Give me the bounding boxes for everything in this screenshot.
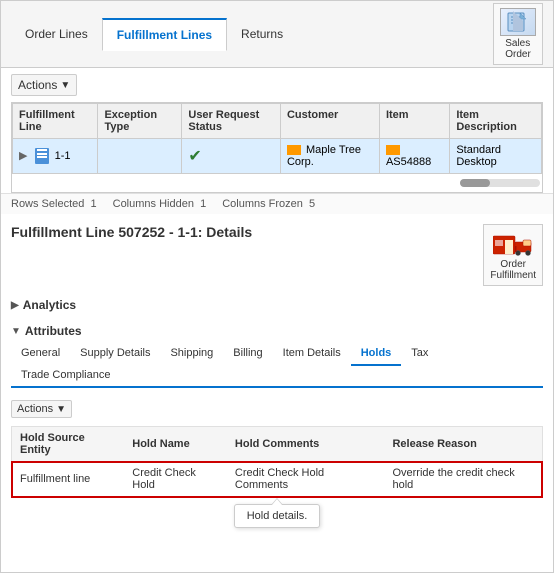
col-header-item: Item [379,104,449,139]
columns-hidden-count: 1 [200,198,206,210]
col-header-customer: Customer [280,104,379,139]
col-hold-comments: Hold Comments [227,427,385,462]
tooltip-box: Hold details. [234,504,321,528]
tab-shipping[interactable]: Shipping [160,342,223,364]
cell-customer: Maple Tree Corp. [280,139,379,174]
tab-item-details[interactable]: Item Details [273,342,351,364]
tooltip-container: Hold details. [1,504,553,528]
inner-dropdown-arrow: ▼ [56,404,66,415]
tab-general[interactable]: General [11,342,70,364]
holds-header-row: Hold Source Entity Hold Name Hold Commen… [12,427,542,462]
analytics-section: ▶ Analytics [11,294,543,316]
customer-flag-icon [287,145,301,155]
col-hold-source-entity: Hold Source Entity [12,427,124,462]
cell-release-reason: Override the credit check hold [384,462,542,497]
columns-hidden-label: Columns Hidden 1 [113,198,207,210]
details-section: Fulfillment Line 507252 - 1-1: Details O… [1,214,553,498]
cell-item-description: Standard Desktop [450,139,542,174]
attributes-collapse-arrow: ▼ [11,326,21,337]
tab-returns[interactable]: Returns [227,19,297,49]
cell-item: AS54888 [379,139,449,174]
tab-supply-details[interactable]: Supply Details [70,342,160,364]
col-header-user-request-status: User Request Status [182,104,281,139]
rows-selected-text: Rows Selected [11,198,84,210]
columns-frozen-count: 5 [309,198,315,210]
sub-tab-bar: General Supply Details Shipping Billing … [11,342,543,388]
cell-hold-source-entity: Fulfillment line [12,462,124,497]
item-flag-icon [386,145,400,155]
holds-table-container: Hold Source Entity Hold Name Hold Commen… [11,426,543,498]
horizontal-scroll[interactable] [12,174,542,192]
holds-table: Hold Source Entity Hold Name Hold Commen… [12,427,542,497]
truck-icon-svg [493,230,533,258]
details-title: Fulfillment Line 507252 - 1-1: Details [11,224,252,240]
col-header-fulfillment-line: Fulfillment Line [13,104,98,139]
cell-user-request-status: ✔ [182,139,281,174]
status-check-icon: ✔ [188,148,201,165]
row-expand-icon[interactable]: ▶ [19,150,27,162]
item-id: AS54888 [386,156,431,168]
tab-order-lines[interactable]: Order Lines [11,19,102,49]
top-toolbar: Actions ▼ [1,68,553,102]
inner-toolbar: Actions ▼ [11,396,543,422]
tab-trade-compliance[interactable]: Trade Compliance [11,364,120,386]
sales-order-icon [500,8,536,36]
sales-order-icon-svg [506,12,530,32]
actions-button-top[interactable]: Actions ▼ [11,74,77,96]
sales-order-label: SalesOrder [505,38,531,60]
status-bar: Rows Selected 1 Columns Hidden 1 Columns… [1,193,553,214]
scroll-bar [460,179,540,187]
cell-fulfillment-line: ▶ 1-1 [13,139,98,174]
order-fulfillment-button[interactable]: OrderFulfillment [483,224,543,286]
fulfillment-lines-table-container: Fulfillment Line Exception Type User Req… [11,102,543,193]
tab-holds[interactable]: Holds [351,342,402,366]
actions-dropdown-arrow-top: ▼ [60,80,70,91]
sales-order-button[interactable]: SalesOrder [493,3,543,65]
tab-fulfillment-lines[interactable]: Fulfillment Lines [102,18,227,51]
col-header-item-description: Item Description [450,104,542,139]
scroll-thumb [460,179,490,187]
col-release-reason: Release Reason [384,427,542,462]
analytics-header[interactable]: ▶ Analytics [11,294,543,316]
doc-icon [35,148,49,164]
col-header-exception-type: Exception Type [98,104,182,139]
fulfillment-lines-table: Fulfillment Line Exception Type User Req… [12,103,542,174]
rows-selected-label: Rows Selected 1 [11,198,97,210]
actions-label-top: Actions [18,78,57,92]
actions-label-inner: Actions [17,403,53,415]
cell-hold-comments: Credit Check Hold Comments [227,462,385,497]
tooltip-text: Hold details. [247,510,308,522]
order-fulfillment-label: OrderFulfillment [490,259,536,281]
details-header: Fulfillment Line 507252 - 1-1: Details O… [11,224,543,286]
columns-hidden-text: Columns Hidden [113,198,194,210]
attributes-header[interactable]: ▼ Attributes [11,320,543,342]
attributes-section: ▼ Attributes General Supply Details Ship… [11,320,543,498]
attributes-label: Attributes [25,324,82,338]
col-hold-name: Hold Name [124,427,227,462]
cell-hold-name: Credit Check Hold [124,462,227,497]
analytics-collapse-arrow: ▶ [11,300,19,311]
rows-selected-count: 1 [91,198,97,210]
order-fulfillment-icon [493,229,533,259]
analytics-label: Analytics [23,298,76,312]
columns-frozen-label: Columns Frozen 5 [222,198,315,210]
table-header-row: Fulfillment Line Exception Type User Req… [13,104,542,139]
holds-table-row[interactable]: Fulfillment line Credit Check Hold Credi… [12,462,542,497]
columns-frozen-text: Columns Frozen [222,198,303,210]
table-row[interactable]: ▶ 1-1 ✔ Maple Tree Corp. AS54888 Standar… [13,139,542,174]
tab-tax[interactable]: Tax [401,342,438,364]
tab-billing[interactable]: Billing [223,342,272,364]
cell-exception-type [98,139,182,174]
top-tab-bar: Order Lines Fulfillment Lines Returns Sa… [1,1,553,68]
fulfillment-line-id: 1-1 [55,150,71,162]
actions-button-inner[interactable]: Actions ▼ [11,400,72,418]
